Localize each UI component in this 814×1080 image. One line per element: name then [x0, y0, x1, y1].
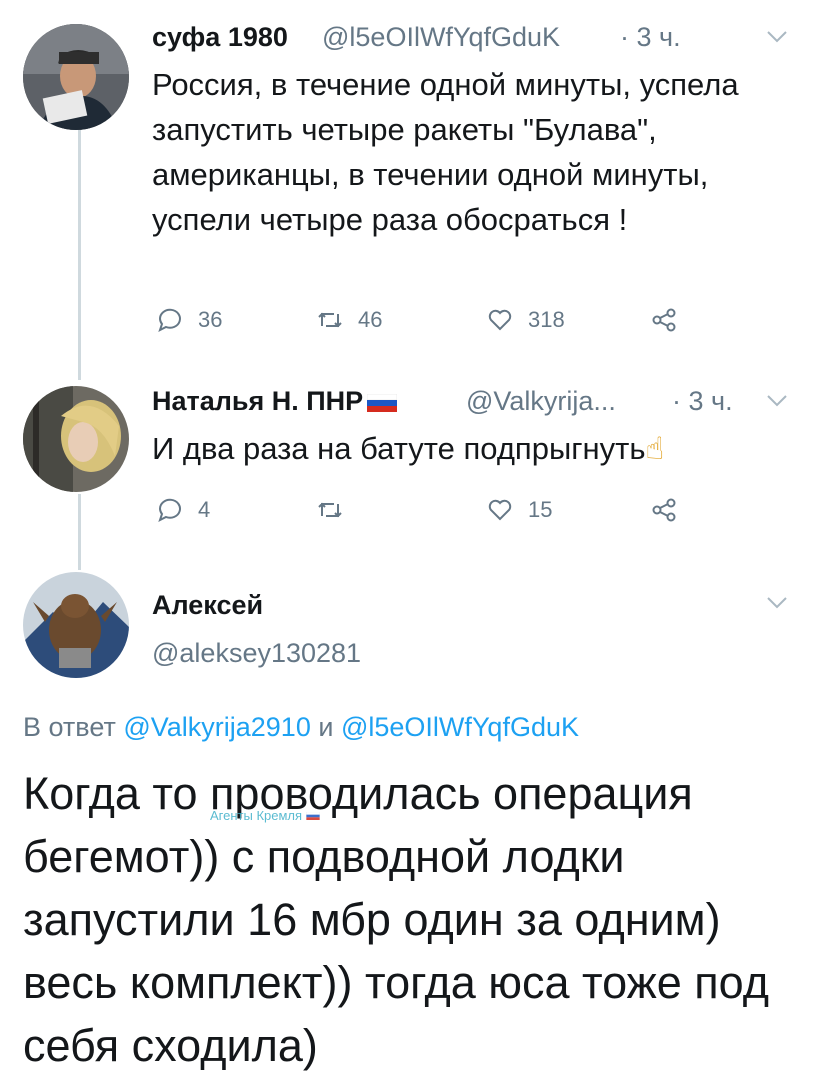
retweet-icon — [318, 312, 342, 328]
tweet-text: Когда то проводилась операция бегемот)) … — [23, 768, 769, 1071]
chevron-down-icon[interactable] — [766, 30, 788, 44]
russia-flag-icon — [367, 393, 398, 412]
author-handle[interactable]: @aleksey130281 — [152, 638, 361, 669]
thread-line — [78, 494, 81, 570]
avatar[interactable] — [23, 386, 129, 492]
chevron-down-icon[interactable] — [766, 596, 788, 610]
timestamp[interactable]: · 3 ч. — [620, 22, 681, 53]
reply-count: 36 — [198, 307, 223, 332]
tweet-text: И два раза на батуте подпрыгнуть — [152, 431, 646, 466]
retweet-icon — [318, 502, 342, 518]
author-name[interactable]: Наталья Н. ПНР — [152, 386, 363, 416]
chevron-down-icon[interactable] — [766, 394, 788, 408]
reply-to-link[interactable]: @Valkyrija2910 — [123, 712, 311, 742]
share-icon — [652, 498, 676, 522]
reply-and: и — [318, 712, 334, 742]
like-count: 15 — [528, 497, 553, 522]
russia-flag-icon — [306, 811, 320, 820]
heart-icon — [488, 309, 512, 331]
reply-icon — [158, 308, 181, 332]
pointing-up-emoji: ☝ — [645, 431, 665, 466]
avatar[interactable] — [23, 572, 129, 678]
reply-to-link[interactable]: @l5eOIlWfYqfGduK — [341, 712, 579, 742]
author-name[interactable]: суфа 1980 — [152, 22, 288, 53]
heart-icon — [488, 499, 512, 521]
reply-prefix: В ответ — [23, 712, 116, 742]
tweet-text-row: И два раза на батуте подпрыгнуть☝ — [152, 426, 664, 471]
watermark: Агенты Кремля — [210, 808, 320, 823]
author-handle[interactable]: @l5eOIlWfYqfGduK — [322, 22, 560, 53]
author-name[interactable]: Алексей — [152, 590, 263, 621]
avatar[interactable] — [23, 24, 129, 130]
share-icon — [652, 308, 676, 332]
timestamp[interactable]: · 3 ч. — [672, 386, 733, 417]
tweet-text: Россия, в течение одной минуты, успела з… — [152, 67, 739, 237]
author-name-row: Наталья Н. ПНР — [152, 386, 398, 417]
retweet-button[interactable]: 46 — [316, 306, 382, 334]
retweet-count: 46 — [358, 307, 383, 332]
thread-line — [78, 128, 81, 380]
reply-context: В ответ @Valkyrija2910 и @l5eOIlWfYqfGdu… — [23, 712, 579, 743]
reply-button[interactable]: 36 — [156, 306, 222, 334]
author-handle[interactable]: @Valkyrija... — [466, 386, 616, 417]
watermark-text: Агенты Кремля — [210, 808, 303, 823]
share-button[interactable] — [650, 496, 692, 524]
retweet-button[interactable] — [316, 496, 358, 524]
like-button[interactable]: 15 — [486, 496, 552, 524]
share-button[interactable] — [650, 306, 692, 334]
reply-icon — [158, 498, 181, 522]
like-count: 318 — [528, 307, 565, 332]
like-button[interactable]: 318 — [486, 306, 565, 334]
reply-count: 4 — [198, 497, 211, 522]
reply-button[interactable]: 4 — [156, 496, 210, 524]
